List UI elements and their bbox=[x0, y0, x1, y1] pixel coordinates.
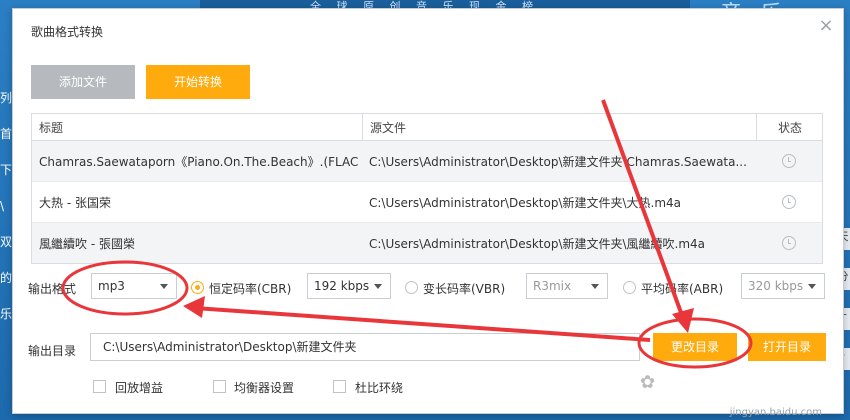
status-cell bbox=[756, 141, 822, 181]
open-dir-button[interactable]: 打开目录 bbox=[748, 333, 826, 361]
song-source: C:\Users\Administrator\Desktop\新建文件夹\Cha… bbox=[369, 154, 747, 169]
status-cell bbox=[756, 223, 822, 263]
change-dir-button[interactable]: 更改目录 bbox=[653, 333, 737, 361]
cbr-radio[interactable] bbox=[191, 281, 204, 294]
table-row[interactable]: 風繼續吹 - 張國榮 C:\Users\Administrator\Deskto… bbox=[32, 223, 822, 263]
vbr-preset-select[interactable]: R3mix bbox=[526, 273, 608, 299]
start-convert-button[interactable]: 开始转换 bbox=[146, 65, 250, 99]
chevron-down-icon bbox=[808, 284, 816, 289]
left-nav-item[interactable]: 首 bbox=[0, 116, 12, 152]
output-format-label: 输出格式 bbox=[28, 282, 77, 296]
abr-bitrate-select[interactable]: 320 kbps bbox=[741, 273, 825, 299]
close-icon[interactable]: × bbox=[815, 15, 837, 37]
equalizer-checkbox[interactable] bbox=[213, 380, 226, 393]
cbr-label[interactable]: 恒定码率(CBR) bbox=[209, 280, 291, 297]
equalizer-label[interactable]: 均衡器设置 bbox=[234, 379, 294, 396]
format-select-value: mp3 bbox=[98, 279, 125, 293]
table-row[interactable]: Chamras.Saewataporn《Piano.On.The.Beach》.… bbox=[32, 141, 822, 182]
vbr-label[interactable]: 变长码率(VBR) bbox=[423, 280, 505, 297]
table-header-row: 标题 源文件 状态 bbox=[32, 114, 822, 141]
cbr-bitrate-select[interactable]: 192 kbps bbox=[307, 273, 391, 299]
clock-icon bbox=[782, 154, 796, 168]
chevron-down-icon bbox=[591, 284, 599, 289]
song-title: 大热 - 张国荣 bbox=[39, 195, 111, 210]
add-file-button[interactable]: 添加文件 bbox=[31, 65, 135, 99]
abr-label[interactable]: 平均码率(ABR) bbox=[641, 280, 723, 297]
vbr-radio[interactable] bbox=[405, 281, 418, 294]
replay-gain-checkbox[interactable] bbox=[93, 380, 106, 393]
chevron-down-icon bbox=[374, 284, 382, 289]
left-nav-item[interactable]: 下 bbox=[0, 152, 12, 188]
clock-icon bbox=[782, 195, 796, 209]
status-cell bbox=[756, 182, 822, 222]
chevron-down-icon bbox=[160, 284, 168, 289]
left-nav-item[interactable]: 列 bbox=[0, 80, 12, 116]
header-status[interactable]: 状态 bbox=[756, 114, 823, 140]
header-source[interactable]: 源文件 bbox=[362, 114, 754, 140]
left-nav-item[interactable]: 乐 bbox=[0, 296, 12, 332]
output-dir-label: 输出目录 bbox=[28, 344, 77, 358]
output-dir-field[interactable]: C:\Users\Administrator\Desktop\新建文件夹 bbox=[90, 333, 640, 361]
table-row[interactable]: 大热 - 张国荣 C:\Users\Administrator\Desktop\… bbox=[32, 182, 822, 223]
watermark: jingyan.baidu.com bbox=[729, 407, 822, 418]
format-convert-dialog: 歌曲格式转换 × 添加文件 开始转换 标题 源文件 状态 Chamras.Sae… bbox=[12, 8, 844, 414]
left-nav-item[interactable]: 的 bbox=[0, 260, 12, 296]
background-left-nav: 列 首 下 \ 双 的 乐 bbox=[0, 80, 12, 332]
cbr-bitrate-value: 192 kbps bbox=[314, 279, 370, 293]
baidu-paw-logo: ✿ bbox=[640, 372, 658, 393]
song-table: 标题 源文件 状态 Chamras.Saewataporn《Piano.On.T… bbox=[31, 113, 823, 264]
format-select[interactable]: mp3 bbox=[91, 273, 177, 299]
left-nav-item[interactable]: 双 bbox=[0, 224, 12, 260]
vbr-preset-value: R3mix bbox=[533, 279, 572, 293]
song-source: C:\Users\Administrator\Desktop\新建文件夹\風繼續… bbox=[369, 236, 706, 251]
replay-gain-label[interactable]: 回放增益 bbox=[115, 379, 163, 396]
clock-icon bbox=[782, 236, 796, 250]
left-nav-item[interactable]: \ bbox=[0, 188, 12, 224]
song-source: C:\Users\Administrator\Desktop\新建文件夹\大热.… bbox=[369, 195, 682, 210]
song-title: 風繼續吹 - 張國榮 bbox=[39, 236, 135, 251]
header-title[interactable]: 标题 bbox=[39, 114, 359, 140]
abr-bitrate-value: 320 kbps bbox=[748, 279, 804, 293]
dolby-label[interactable]: 杜比环绕 bbox=[355, 379, 403, 396]
dialog-title: 歌曲格式转换 bbox=[31, 25, 104, 39]
dolby-checkbox[interactable] bbox=[333, 380, 346, 393]
song-title: Chamras.Saewataporn《Piano.On.The.Beach》.… bbox=[39, 154, 359, 169]
abr-radio[interactable] bbox=[623, 281, 636, 294]
